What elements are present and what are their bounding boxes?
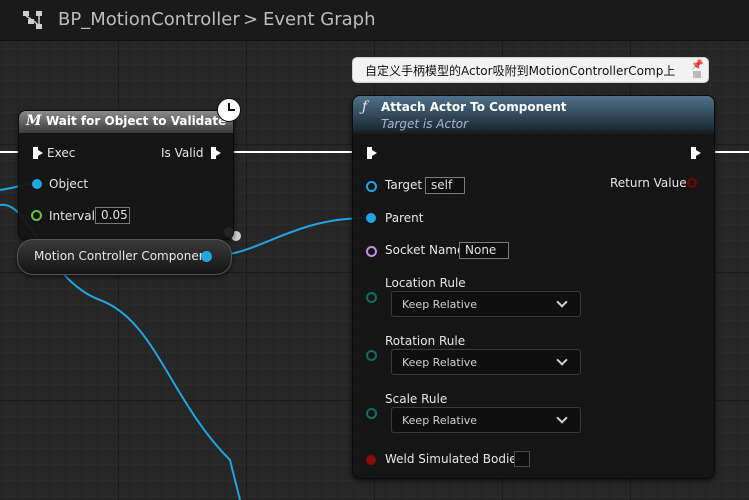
object-pin[interactable] <box>32 179 42 189</box>
return-value-pin[interactable] <box>687 178 697 188</box>
attach-node-title: Attach Actor To Component <box>381 100 567 114</box>
chevron-down-icon <box>556 296 568 308</box>
chevron-down-icon <box>556 412 568 424</box>
motion-controller-variable-node[interactable]: Motion Controller Component <box>17 239 232 275</box>
weld-simulated-bodies-checkbox[interactable] <box>514 451 530 467</box>
attach-node-header[interactable]: ƒ Attach Actor To Component Target is Ac… <box>353 96 714 134</box>
attach-exec-out-pin[interactable] <box>691 147 701 159</box>
rotation-rule-value: Keep Relative <box>402 356 478 369</box>
macro-icon: M <box>26 113 42 129</box>
location-rule-label: Location Rule <box>385 276 466 290</box>
object-label: Object <box>49 177 89 191</box>
function-icon: ƒ <box>362 99 368 115</box>
interval-label: Interval <box>49 209 95 223</box>
target-label: Target <box>385 178 423 192</box>
location-rule-value: Keep Relative <box>402 298 478 311</box>
motion-controller-label: Motion Controller Component <box>34 249 212 263</box>
wait-node-title: Wait for Object to Validate <box>46 114 227 128</box>
weld-simulated-bodies-pin[interactable] <box>366 455 376 465</box>
parent-pin[interactable] <box>366 213 376 223</box>
attach-actor-to-component-node[interactable]: ƒ Attach Actor To Component Target is Ac… <box>352 95 715 479</box>
latent-clock-icon <box>217 98 241 122</box>
is-valid-exec-pin[interactable] <box>211 147 221 159</box>
location-rule-dropdown[interactable]: Keep Relative <box>391 291 581 317</box>
scale-rule-pin[interactable] <box>366 408 377 419</box>
exec-in-label: Exec <box>47 146 76 160</box>
location-rule-pin[interactable] <box>366 292 377 303</box>
scale-rule-value: Keep Relative <box>402 414 478 427</box>
exec-in-pin[interactable] <box>33 147 43 159</box>
return-value-label: Return Value <box>610 176 687 190</box>
attach-exec-in-pin[interactable] <box>367 147 377 159</box>
wait-node-header[interactable]: M Wait for Object to Validate <box>19 111 233 133</box>
rotation-rule-label: Rotation Rule <box>385 334 466 348</box>
rotation-rule-dropdown[interactable]: Keep Relative <box>391 349 581 375</box>
parent-label: Parent <box>385 211 424 225</box>
socket-name-pin[interactable] <box>366 246 377 257</box>
wait-for-object-node[interactable]: M Wait for Object to Validate Exec Is Va… <box>18 110 234 240</box>
attach-node-subtitle: Target is Actor <box>381 117 469 131</box>
motion-controller-output-pin[interactable] <box>201 251 212 262</box>
pin-comment-icon[interactable]: 📌 <box>691 60 703 71</box>
interval-pin[interactable] <box>31 210 42 221</box>
is-valid-label: Is Valid <box>161 146 204 160</box>
target-value-field[interactable]: self <box>425 177 465 194</box>
target-pin[interactable] <box>366 181 377 192</box>
comment-resize-icon[interactable] <box>693 71 701 78</box>
socket-name-input[interactable]: None <box>459 242 509 259</box>
interval-input[interactable]: 0.05 <box>95 207 130 224</box>
rotation-rule-pin[interactable] <box>366 350 377 361</box>
comment-text: 自定义手柄模型的Actor吸附到MotionControllerComp上 <box>365 64 676 78</box>
scale-rule-label: Scale Rule <box>385 392 448 406</box>
scale-rule-dropdown[interactable]: Keep Relative <box>391 407 581 433</box>
weld-simulated-bodies-label: Weld Simulated Bodies <box>385 452 523 466</box>
socket-name-label: Socket Name <box>385 243 465 257</box>
comment-bubble[interactable]: 自定义手柄模型的Actor吸附到MotionControllerComp上 📌 <box>352 57 709 83</box>
chevron-down-icon <box>556 354 568 366</box>
